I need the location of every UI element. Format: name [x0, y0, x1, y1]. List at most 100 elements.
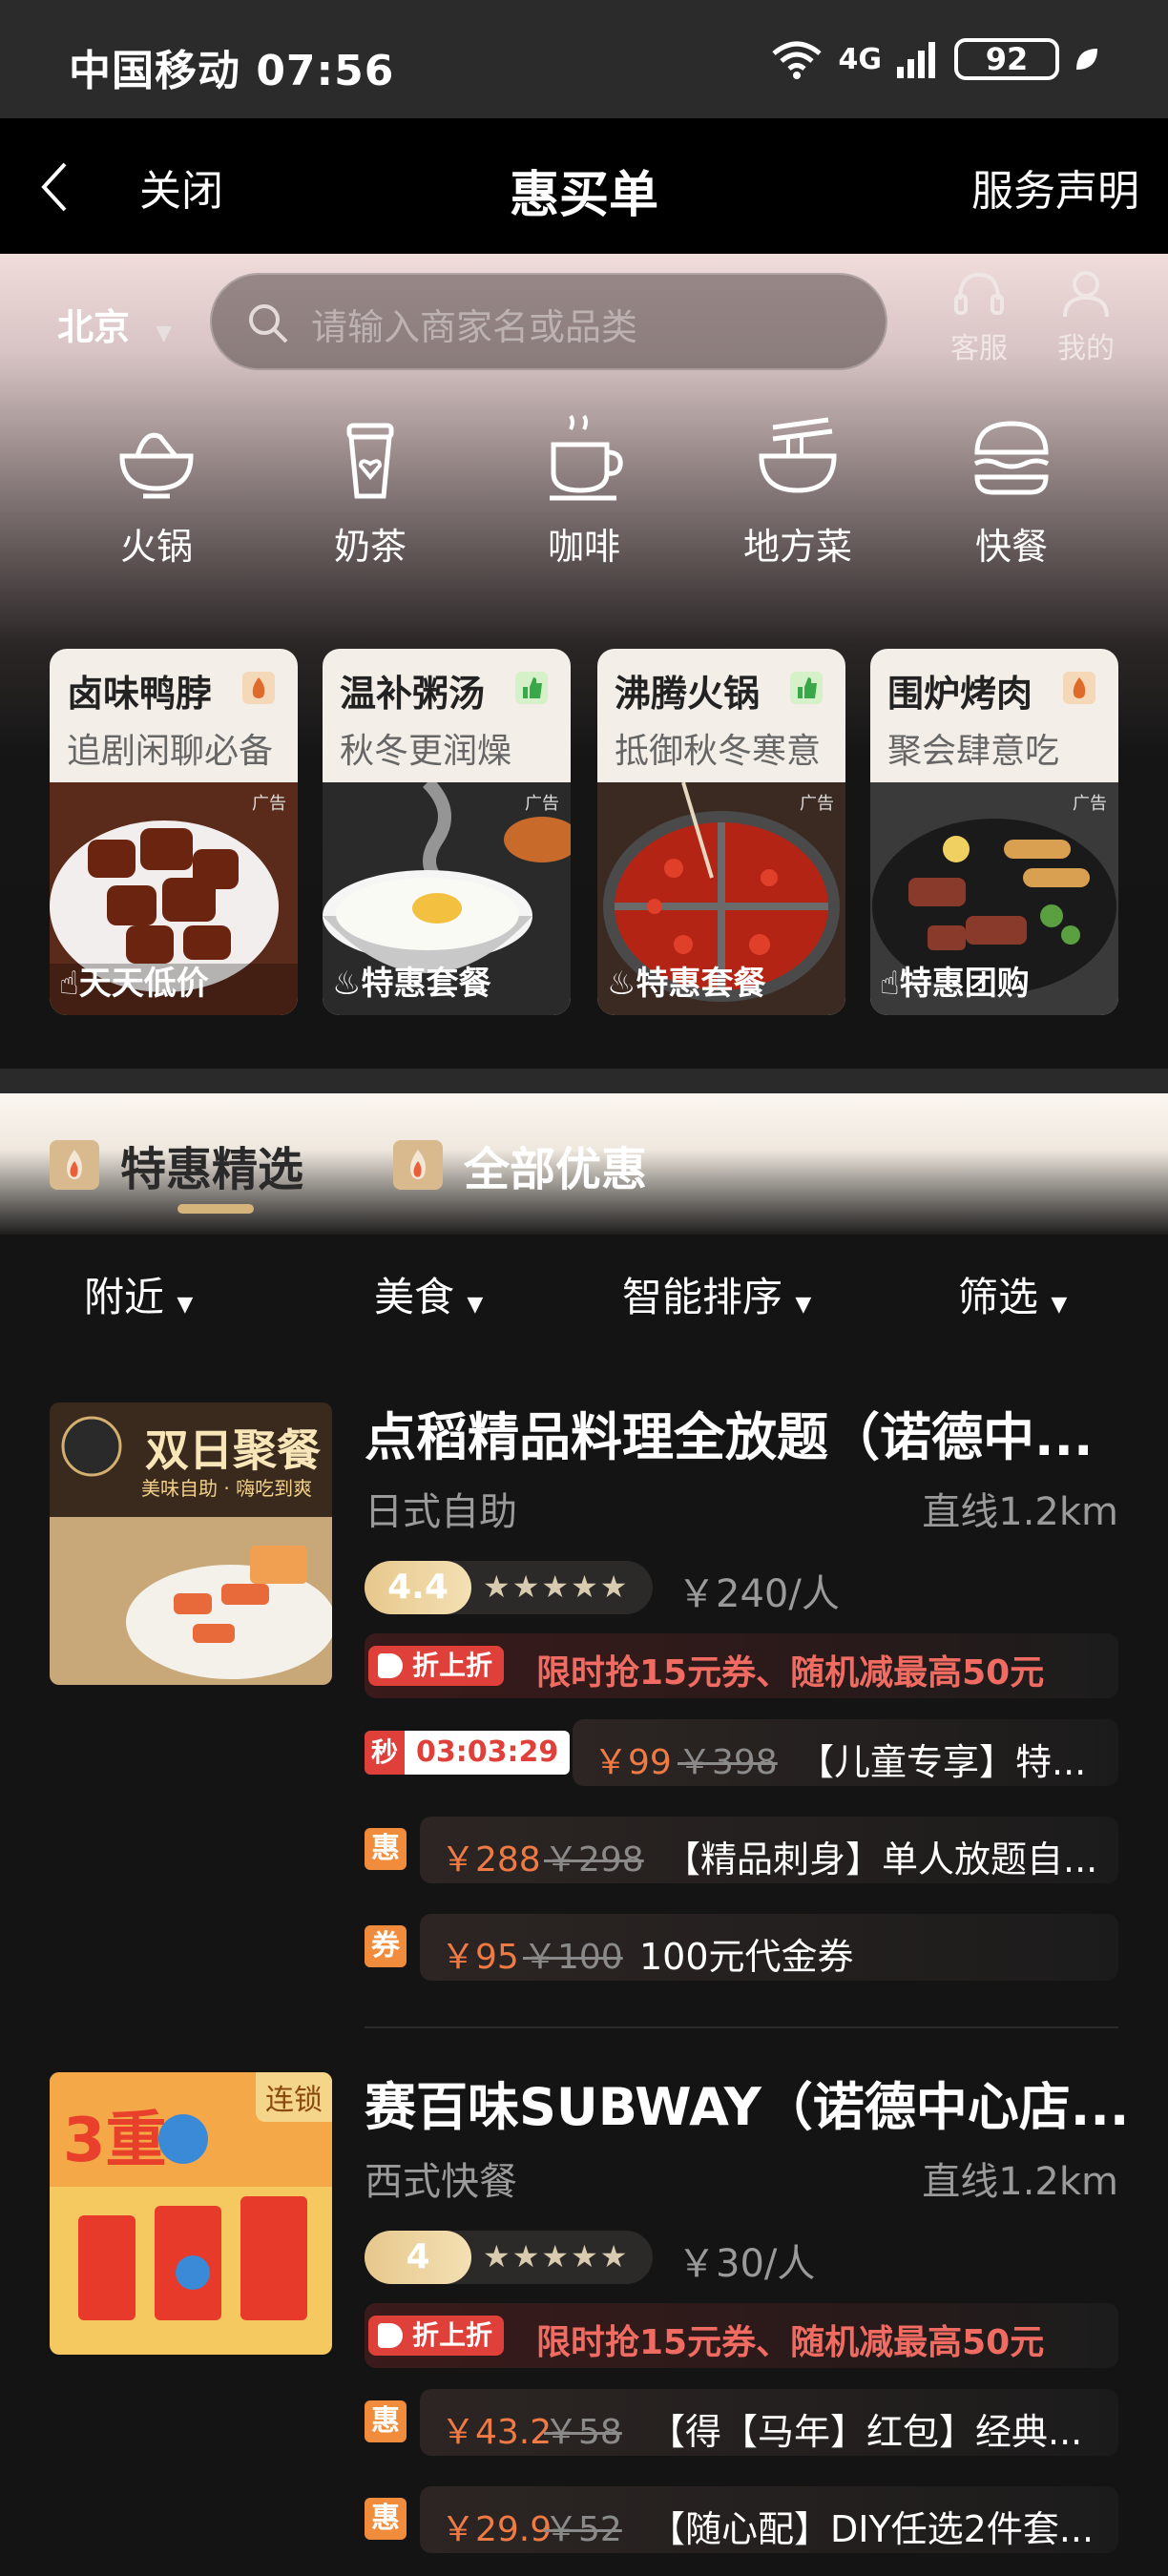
- star-rating-icon: ★★★★★: [483, 2238, 630, 2275]
- rating-score: 4: [365, 2231, 471, 2284]
- deal-price: ￥29.9: [441, 2510, 553, 2549]
- thumb-up-icon: ☝: [59, 965, 79, 1003]
- network-type: 4G: [838, 42, 883, 76]
- customer-service-button[interactable]: 客服: [945, 267, 1013, 366]
- deal-row[interactable]: ￥99 ￥398 【儿童专享】特...: [573, 1719, 1118, 1786]
- customer-service-label: 客服: [950, 332, 1008, 365]
- category-milk-tea[interactable]: 奶茶: [275, 410, 466, 570]
- category-label: 咖啡: [547, 526, 620, 568]
- hotpot-icon: [119, 432, 194, 499]
- category-coffee[interactable]: 咖啡: [489, 410, 679, 570]
- price-per-person: ￥240/人: [678, 1572, 840, 1616]
- deal-badge: 惠: [365, 1828, 407, 1870]
- flame-icon: [50, 1140, 99, 1190]
- tab-all-offers[interactable]: 全部优惠: [393, 1132, 647, 1198]
- ad-label: 广告: [252, 794, 286, 814]
- city-selector[interactable]: 北京 ▼: [57, 298, 172, 350]
- filter-smart-sort[interactable]: 智能排序 ▼: [622, 1265, 811, 1323]
- promo-card-tag: ☝天天低价: [59, 965, 209, 1003]
- tab-featured[interactable]: 特惠精选: [50, 1132, 303, 1198]
- category-local-cuisine[interactable]: 地方菜: [702, 410, 893, 570]
- fire-icon: [242, 672, 275, 704]
- section-divider: [0, 1069, 1168, 1093]
- promo-text: 限时抢15元券、随机减最高50元: [536, 1653, 1045, 1693]
- battery-indicator: 92: [954, 38, 1059, 80]
- promo-row[interactable]: 折上折 限时抢15元券、随机减最高50元: [365, 2303, 1118, 2368]
- promo-card-subtitle: 聚会肆意吃: [887, 732, 1060, 771]
- shop-category: 日式自助: [365, 1490, 517, 1534]
- deal-price: ￥95: [441, 1938, 519, 1977]
- deal-description: 【精品刺身】单人放题自...: [664, 1839, 1098, 1880]
- active-tab-indicator: [177, 1204, 254, 1214]
- fire-outline-icon: ♨: [607, 965, 636, 1003]
- deal-badge: 惠: [365, 2498, 407, 2540]
- deal-price: ￥43.2: [441, 2413, 553, 2452]
- tab-label: 全部优惠: [464, 1143, 648, 1196]
- mine-button[interactable]: 我的: [1052, 267, 1120, 366]
- deal-badge: 券: [365, 1925, 407, 1967]
- promo-card-tag: ☝特惠团购: [880, 965, 1030, 1003]
- shop-image-title: 双日聚餐: [145, 1424, 321, 1476]
- star-rating-icon: ★★★★★: [483, 1568, 630, 1605]
- promo-card-tag: ♨特惠套餐: [607, 965, 766, 1003]
- rating-score: 4.4: [365, 1561, 471, 1614]
- thumbs-up-icon: [790, 672, 823, 704]
- category-hotpot[interactable]: 火锅: [61, 410, 252, 570]
- nav-bar: 关闭 惠买单 服务声明: [0, 118, 1168, 254]
- tab-label: 特惠精选: [120, 1143, 304, 1196]
- coffee-icon: [550, 414, 623, 501]
- deal-row[interactable]: ￥95 ￥100 100元代金券: [420, 1914, 1118, 1981]
- listing-separator: [365, 2026, 1118, 2028]
- promo-card[interactable]: 温补粥汤 秋冬更润燥 广告 ♨特惠套餐: [323, 649, 571, 1015]
- thumbs-up-icon: [515, 672, 548, 704]
- shop-image[interactable]: 3重 连锁: [50, 2072, 332, 2355]
- deal-original-price: ￥100: [523, 1938, 623, 1977]
- deal-price: ￥99: [594, 1743, 672, 1782]
- thumb-up-icon: ☝: [880, 965, 900, 1003]
- deal-original-price: ￥298: [544, 1840, 644, 1880]
- deal-row[interactable]: ￥43.2 ￥58 【得【马年】红包】经典...: [420, 2389, 1118, 2456]
- discount-badge: 折上折: [368, 2316, 505, 2356]
- flash-sale-badge: 秒 03:03:29: [365, 1731, 571, 1775]
- deal-description: 【随心配】DIY任选2件套...: [649, 2508, 1095, 2550]
- signal-icon: [897, 42, 935, 78]
- promo-card[interactable]: 卤味鸭脖 追剧闲聊必备 广告 ☝天天低价: [50, 649, 298, 1015]
- promo-card[interactable]: 沸腾火锅 抵御秋冬寒意 广告 ♨特惠套餐: [597, 649, 845, 1015]
- category-fast-food[interactable]: 快餐: [916, 410, 1107, 570]
- flame-icon: [393, 1140, 443, 1190]
- deal-row[interactable]: ￥288 ￥298 【精品刺身】单人放题自...: [420, 1817, 1118, 1883]
- deal-original-price: ￥398: [678, 1743, 778, 1782]
- burger-icon: [973, 421, 1050, 495]
- promo-card-tag: ♨特惠套餐: [332, 965, 491, 1003]
- shop-distance: 直线1.2km: [922, 1490, 1118, 1534]
- deal-row[interactable]: ￥29.9 ￥52 【随心配】DIY任选2件套...: [420, 2486, 1118, 2553]
- deal-description: 【得【马年】红包】经典...: [649, 2411, 1083, 2453]
- tag-icon: [378, 1653, 403, 1678]
- promo-row[interactable]: 折上折 限时抢15元券、随机减最高50元: [365, 1633, 1118, 1698]
- promo-card[interactable]: 围炉烤肉 聚会肆意吃 广告 ☝特惠团购: [870, 649, 1118, 1015]
- shop-name[interactable]: 点稻精品料理全放题（诺德中...: [365, 1395, 1094, 1470]
- city-label: 北京: [57, 306, 131, 348]
- promo-card-subtitle: 追剧闲聊必备: [67, 732, 274, 771]
- category-label: 奶茶: [333, 526, 407, 568]
- shop-image[interactable]: 双日聚餐 美味自助 · 嗨吃到爽: [50, 1402, 332, 1685]
- caret-down-icon: ▼: [467, 1293, 484, 1317]
- promo-card-title: 卤味鸭脖: [67, 673, 213, 715]
- fire-outline-icon: ♨: [332, 965, 362, 1003]
- filter-nearby[interactable]: 附近 ▼: [84, 1265, 193, 1323]
- caret-down-icon: ▼: [156, 322, 173, 345]
- deal-price: ￥288: [441, 1840, 541, 1880]
- deal-description: 【儿童专享】特...: [798, 1741, 1087, 1783]
- search-icon: [249, 304, 288, 343]
- caret-down-icon: ▼: [795, 1293, 812, 1317]
- service-statement-link[interactable]: 服务声明: [971, 156, 1139, 218]
- headset-icon: [954, 272, 1004, 315]
- promo-card-title: 温补粥汤: [340, 673, 486, 715]
- filter-screen[interactable]: 筛选 ▼: [958, 1265, 1067, 1323]
- promo-card-title: 围炉烤肉: [887, 673, 1033, 715]
- rating-pill: 4.4 ★★★★★: [365, 1561, 653, 1614]
- shop-name[interactable]: 赛百味SUBWAY（诺德中心店...: [365, 2065, 1129, 2140]
- shop-category: 西式快餐: [365, 2160, 517, 2204]
- filter-food[interactable]: 美食 ▼: [374, 1265, 483, 1323]
- carrier-time: 中国移动 07:56: [69, 47, 395, 95]
